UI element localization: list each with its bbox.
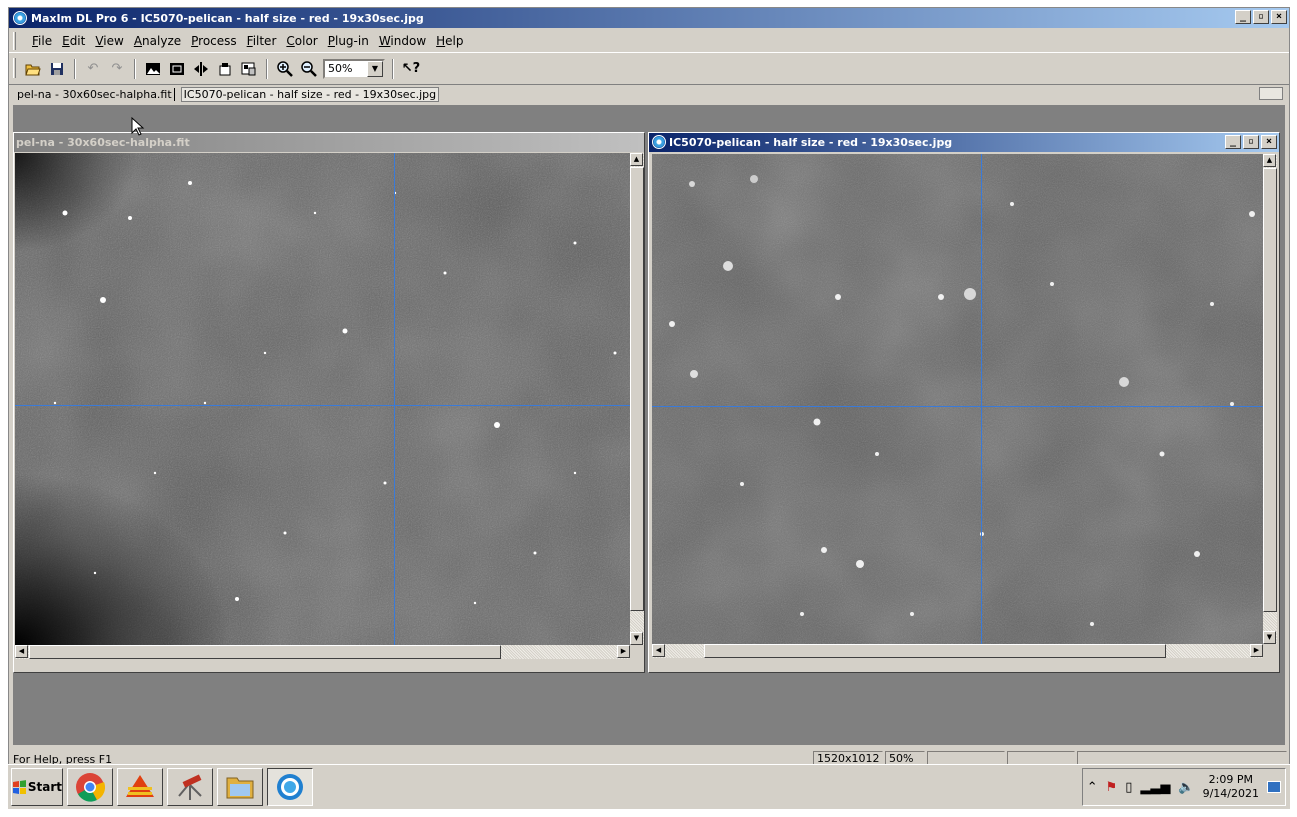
mouse-pointer-icon: [131, 117, 145, 136]
menu-analyze[interactable]: Analyze: [129, 32, 186, 50]
maxim-dl-icon[interactable]: [13, 11, 27, 25]
zoom-out-icon[interactable]: [299, 59, 319, 79]
zoom-in-icon[interactable]: [275, 59, 295, 79]
astro-image-red[interactable]: [652, 154, 1263, 644]
menu-window[interactable]: Window: [374, 32, 431, 50]
app-title-bar[interactable]: MaxIm DL Pro 6 - IC5070-pelican - half s…: [9, 8, 1289, 28]
close-button[interactable]: ×: [1271, 10, 1287, 24]
scroll-up-icon[interactable]: ▲: [1263, 154, 1276, 167]
minimize-button[interactable]: _: [1225, 135, 1241, 149]
toolbar: ↶ ↷ 50% ▼ ↖?: [9, 55, 1289, 82]
menu-help[interactable]: Help: [431, 32, 468, 50]
crop-icon[interactable]: [167, 59, 187, 79]
nebula-image-halpha: [15, 153, 630, 645]
volume-icon[interactable]: 🔈: [1178, 780, 1194, 795]
window-title-text: IC5070-pelican - half size - red - 19x30…: [669, 136, 953, 149]
crosshair-vertical: [394, 153, 395, 645]
show-hidden-icons-icon[interactable]: ⌃: [1087, 780, 1098, 795]
save-icon[interactable]: [47, 59, 67, 79]
scroll-left-icon[interactable]: ◀: [652, 644, 665, 657]
minimize-button[interactable]: _: [1235, 10, 1251, 24]
close-button[interactable]: ×: [1261, 135, 1277, 149]
image-window-ic5070[interactable]: IC5070-pelican - half size - red - 19x30…: [648, 132, 1280, 673]
app-stack-icon[interactable]: [117, 768, 163, 806]
maximize-button[interactable]: ▫: [1243, 135, 1259, 149]
windows-logo-icon: [13, 780, 26, 794]
start-label: Start: [27, 780, 62, 794]
explorer-icon[interactable]: [217, 768, 263, 806]
vertical-scrollbar[interactable]: ▲ ▼: [1263, 154, 1277, 644]
taskbar: Start ⌃ ⚑ ▯ ▂▃▅ 🔈 2:09 PM 9/14/2021: [8, 764, 1290, 809]
astro-image-halpha[interactable]: [15, 153, 630, 645]
network-icon[interactable]: ▂▃▅: [1140, 780, 1170, 795]
undo-icon[interactable]: ↶: [83, 59, 103, 79]
toolbar-separator: [266, 58, 268, 79]
chrome-icon[interactable]: [67, 768, 113, 806]
horizontal-scrollbar[interactable]: ◀ ▶: [652, 644, 1263, 658]
scroll-up-icon[interactable]: ▲: [630, 153, 643, 166]
tab-ic5070-pelican[interactable]: IC5070-pelican - half size - red - 19x30…: [180, 86, 440, 102]
clock-date: 9/14/2021: [1202, 787, 1259, 800]
clock[interactable]: 2:09 PM 9/14/2021: [1203, 773, 1259, 801]
context-help-icon[interactable]: ↖?: [401, 59, 421, 79]
crosshair-horizontal: [652, 406, 1263, 407]
scroll-down-icon[interactable]: ▼: [1263, 631, 1276, 644]
image-window-title[interactable]: IC5070-pelican - half size - red - 19x30…: [649, 133, 1279, 152]
scroll-down-icon[interactable]: ▼: [630, 632, 643, 645]
menu-file[interactable]: File: [27, 32, 57, 50]
flip-icon[interactable]: [191, 59, 211, 79]
telescope-icon[interactable]: [167, 768, 213, 806]
menubar-grip[interactable]: [13, 32, 16, 50]
menu-plug-in[interactable]: Plug-in: [323, 32, 374, 50]
crosshair-vertical: [981, 154, 982, 644]
toolbar-separator: [74, 58, 76, 79]
document-tabs: pel-na - 30x60sec-halpha.fit IC5070-peli…: [9, 84, 1289, 103]
scroll-left-icon[interactable]: ◀: [15, 645, 28, 658]
toolbar-separator: [134, 58, 136, 79]
clock-time: 2:09 PM: [1208, 773, 1253, 786]
redo-icon[interactable]: ↷: [107, 59, 127, 79]
scroll-right-icon[interactable]: ▶: [617, 645, 630, 658]
show-desktop-icon[interactable]: [1267, 781, 1281, 793]
settings-icon[interactable]: [239, 59, 259, 79]
vertical-scrollbar[interactable]: ▲ ▼: [630, 153, 644, 645]
menu-filter[interactable]: Filter: [242, 32, 282, 50]
scroll-thumb[interactable]: [29, 645, 501, 659]
toolbar-separator: [392, 58, 394, 79]
power-icon[interactable]: ▯: [1125, 780, 1132, 795]
horizontal-scrollbar[interactable]: ◀ ▶: [15, 645, 630, 659]
crosshair-horizontal: [15, 405, 630, 406]
action-center-icon[interactable]: ⚑: [1106, 780, 1118, 795]
mdi-workspace: pel-na - 30x60sec-halpha.fit ▲ ▼ ◀ ▶ IC5…: [13, 105, 1285, 745]
restore-button[interactable]: ▫: [1253, 10, 1269, 24]
zoom-combobox[interactable]: 50% ▼: [323, 58, 385, 79]
menu-color[interactable]: Color: [281, 32, 322, 50]
system-tray: ⌃ ⚑ ▯ ▂▃▅ 🔈 2:09 PM 9/14/2021: [1081, 768, 1286, 806]
window-title-text: pel-na - 30x60sec-halpha.fit: [16, 136, 190, 149]
tab-pel-na[interactable]: pel-na - 30x60sec-halpha.fit: [15, 87, 175, 101]
scroll-thumb[interactable]: [630, 167, 644, 611]
screen-stretch-icon[interactable]: [143, 59, 163, 79]
maxim-dl-window: MaxIm DL Pro 6 - IC5070-pelican - half s…: [8, 7, 1290, 809]
nebula-image-red: [652, 154, 1263, 644]
scroll-right-icon[interactable]: ▶: [1250, 644, 1263, 657]
information-icon[interactable]: [215, 59, 235, 79]
start-button[interactable]: Start: [11, 768, 63, 806]
maxim-dl-icon[interactable]: [267, 768, 313, 806]
menu-process[interactable]: Process: [186, 32, 242, 50]
scroll-thumb[interactable]: [704, 644, 1166, 658]
toolbar-grip[interactable]: [13, 58, 16, 78]
open-icon[interactable]: [23, 59, 43, 79]
image-window-title[interactable]: pel-na - 30x60sec-halpha.fit: [14, 133, 644, 152]
maxim-dl-icon: [652, 135, 666, 149]
chevron-down-icon[interactable]: ▼: [367, 60, 383, 77]
app-title: MaxIm DL Pro 6 - IC5070-pelican - half s…: [31, 11, 424, 25]
menu-bar: File Edit View Analyze Process Filter Co…: [9, 29, 1289, 53]
zoom-value: 50%: [328, 62, 353, 75]
menu-edit[interactable]: Edit: [57, 32, 90, 50]
scroll-thumb[interactable]: [1263, 168, 1277, 612]
menu-view[interactable]: View: [90, 32, 128, 50]
image-window-pel-na[interactable]: pel-na - 30x60sec-halpha.fit ▲ ▼ ◀ ▶: [13, 132, 645, 673]
tab-scroll-control[interactable]: [1259, 87, 1283, 100]
